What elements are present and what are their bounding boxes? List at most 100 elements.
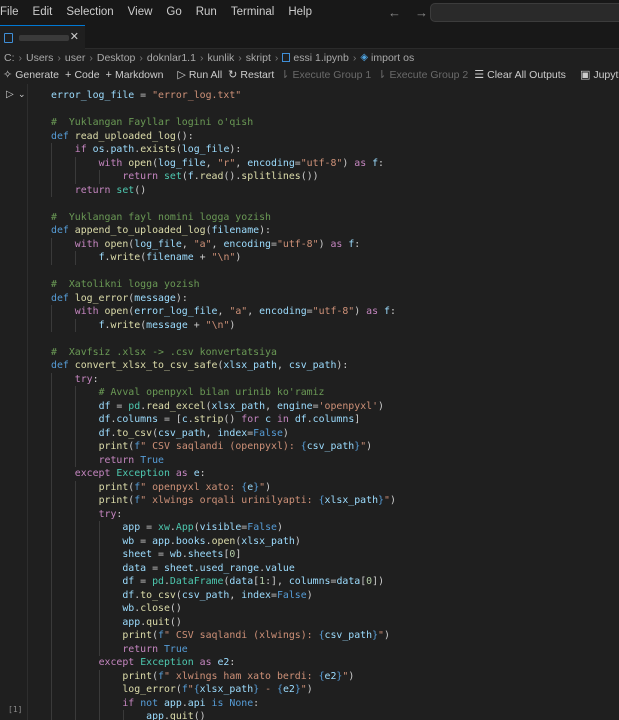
code-token: return [122, 643, 164, 655]
restart-button[interactable]: ↻ Restart [225, 68, 277, 82]
jupyter-variables-button[interactable]: ▣ Jupyter [577, 68, 619, 82]
code-token: "utf-8" [276, 238, 319, 250]
code-token: convert_xlsx_to_csv_safe [74, 360, 218, 371]
breadcrumb-drive[interactable]: C: [4, 52, 15, 64]
breadcrumb-symbol[interactable]: import os [371, 52, 414, 64]
execute-group-1-button[interactable]: ⇂ Execute Group 1 [277, 68, 374, 82]
back-arrow-icon[interactable]: ← [388, 5, 401, 20]
indent-guide [51, 507, 52, 521]
code-token: print [98, 495, 129, 506]
code-token: ): [259, 225, 271, 236]
breadcrumb-folder-skript[interactable]: skript [246, 52, 271, 64]
code-token: visible [199, 522, 242, 533]
breadcrumb-folder-kunlik[interactable]: kunlik [207, 52, 234, 64]
code-token: wb [122, 603, 135, 614]
indent-guide [51, 494, 52, 508]
command-center-search[interactable] [430, 3, 619, 22]
indent-guide [51, 669, 52, 683]
symbol-cube-icon: ◈ [360, 52, 369, 63]
code-line: # Yuklangan fayl nomini logga yozish [51, 211, 396, 225]
menu-run[interactable]: Run [189, 0, 224, 25]
clear-all-outputs-button[interactable]: ☰ Clear All Outputs [471, 68, 569, 82]
code-line: return True [51, 453, 396, 467]
code-token: csv_path [306, 441, 355, 452]
add-code-cell-button[interactable]: + Code [62, 69, 103, 81]
menu-view[interactable]: View [121, 0, 160, 25]
indent-guide [74, 494, 76, 508]
code-line: # Xatolikni logga yozish [51, 278, 396, 292]
generate-button[interactable]: ✧ Generate [0, 68, 62, 82]
notebook-file-icon [282, 53, 291, 62]
menu-file[interactable]: File [0, 0, 26, 25]
indent-guide [51, 413, 52, 427]
code-token: :], [265, 576, 289, 587]
menu-terminal[interactable]: Terminal [224, 0, 281, 25]
menu-edit[interactable]: Edit [26, 0, 60, 25]
breadcrumb-folder-doknlar[interactable]: doknlar1.1 [147, 52, 196, 64]
forward-arrow-icon[interactable]: → [415, 5, 428, 20]
code-token: app [163, 697, 182, 709]
code-token: " xlwings orqali urinilyapti: [140, 495, 319, 506]
code-token: ) [229, 319, 236, 331]
indent-guide [98, 548, 100, 562]
code-line: if not app.api is None: [51, 696, 396, 710]
editor-tab-notebook[interactable]: ✕ [0, 25, 85, 49]
code-token: = [134, 90, 153, 101]
add-markdown-cell-button[interactable]: + Markdown [103, 69, 167, 81]
indent-guide [74, 521, 76, 535]
code-token: pd [152, 576, 164, 587]
code-token: append_to_uploaded_log [74, 225, 206, 236]
code-token: try [74, 373, 93, 385]
code-token: def [51, 130, 75, 142]
code-cell-editor[interactable]: error_log_file = "error_log.txt" # Yuklan… [51, 89, 396, 720]
indent-guide [51, 683, 52, 697]
menu-help[interactable]: Help [281, 0, 319, 25]
code-token: columns [312, 414, 355, 425]
indent-guide [74, 656, 76, 670]
run-cell-icon[interactable]: ▷ [6, 89, 14, 100]
code-line: # Xavfsiz .xlsx -> .csv konvertatsiya [51, 346, 396, 360]
indent-guide [74, 413, 76, 427]
close-icon[interactable]: ✕ [70, 30, 79, 43]
breadcrumb-file[interactable]: essi 1.ipynb [293, 52, 348, 64]
indent-guide [74, 575, 76, 589]
restart-icon: ↻ [228, 69, 238, 81]
code-token: ) [378, 400, 384, 412]
notebook-toolbar: ✧ Generate + Code + Markdown ▷ Run All ↻… [0, 66, 619, 83]
code-token: csv_path [288, 360, 337, 371]
code-line: # Avval openpyxl bilan urinib ko'ramiz [51, 386, 396, 400]
code-line: print(f" xlwings ham xato berdi: {e2}") [51, 669, 396, 683]
menu-go[interactable]: Go [159, 0, 188, 25]
code-token: except [98, 657, 141, 668]
code-token: df [122, 576, 135, 587]
indent-guide [98, 588, 100, 602]
code-token: not [140, 697, 164, 709]
execute-group-2-button[interactable]: ⇂ Execute Group 2 [374, 68, 471, 82]
code-token: ): [336, 360, 349, 371]
code-line: print(f" openpyxl xato: {e}") [51, 480, 396, 494]
navigation-arrows: ← → [388, 0, 428, 25]
menu-selection[interactable]: Selection [59, 0, 120, 25]
code-token: xw [158, 522, 170, 533]
code-line: try: [51, 372, 396, 386]
code-line: df = pd.DataFrame(data[1:], columns=data… [51, 575, 396, 589]
indent-guide [74, 507, 76, 521]
breadcrumb-user[interactable]: user [65, 52, 85, 64]
run-all-button[interactable]: ▷ Run All [174, 68, 225, 82]
code-token: api [187, 697, 206, 709]
breadcrumb-desktop[interactable]: Desktop [97, 52, 136, 64]
chevron-down-icon[interactable]: ⌄ [18, 89, 26, 100]
indent-guide [51, 251, 52, 265]
code-token: = [140, 522, 159, 533]
code-token: xlsx_path [223, 360, 277, 371]
indent-guide [51, 372, 52, 386]
breadcrumb-users[interactable]: Users [26, 52, 53, 64]
indent-guide [74, 548, 76, 562]
code-line: def convert_xlsx_to_csv_safe(xlsx_path, … [51, 359, 396, 373]
